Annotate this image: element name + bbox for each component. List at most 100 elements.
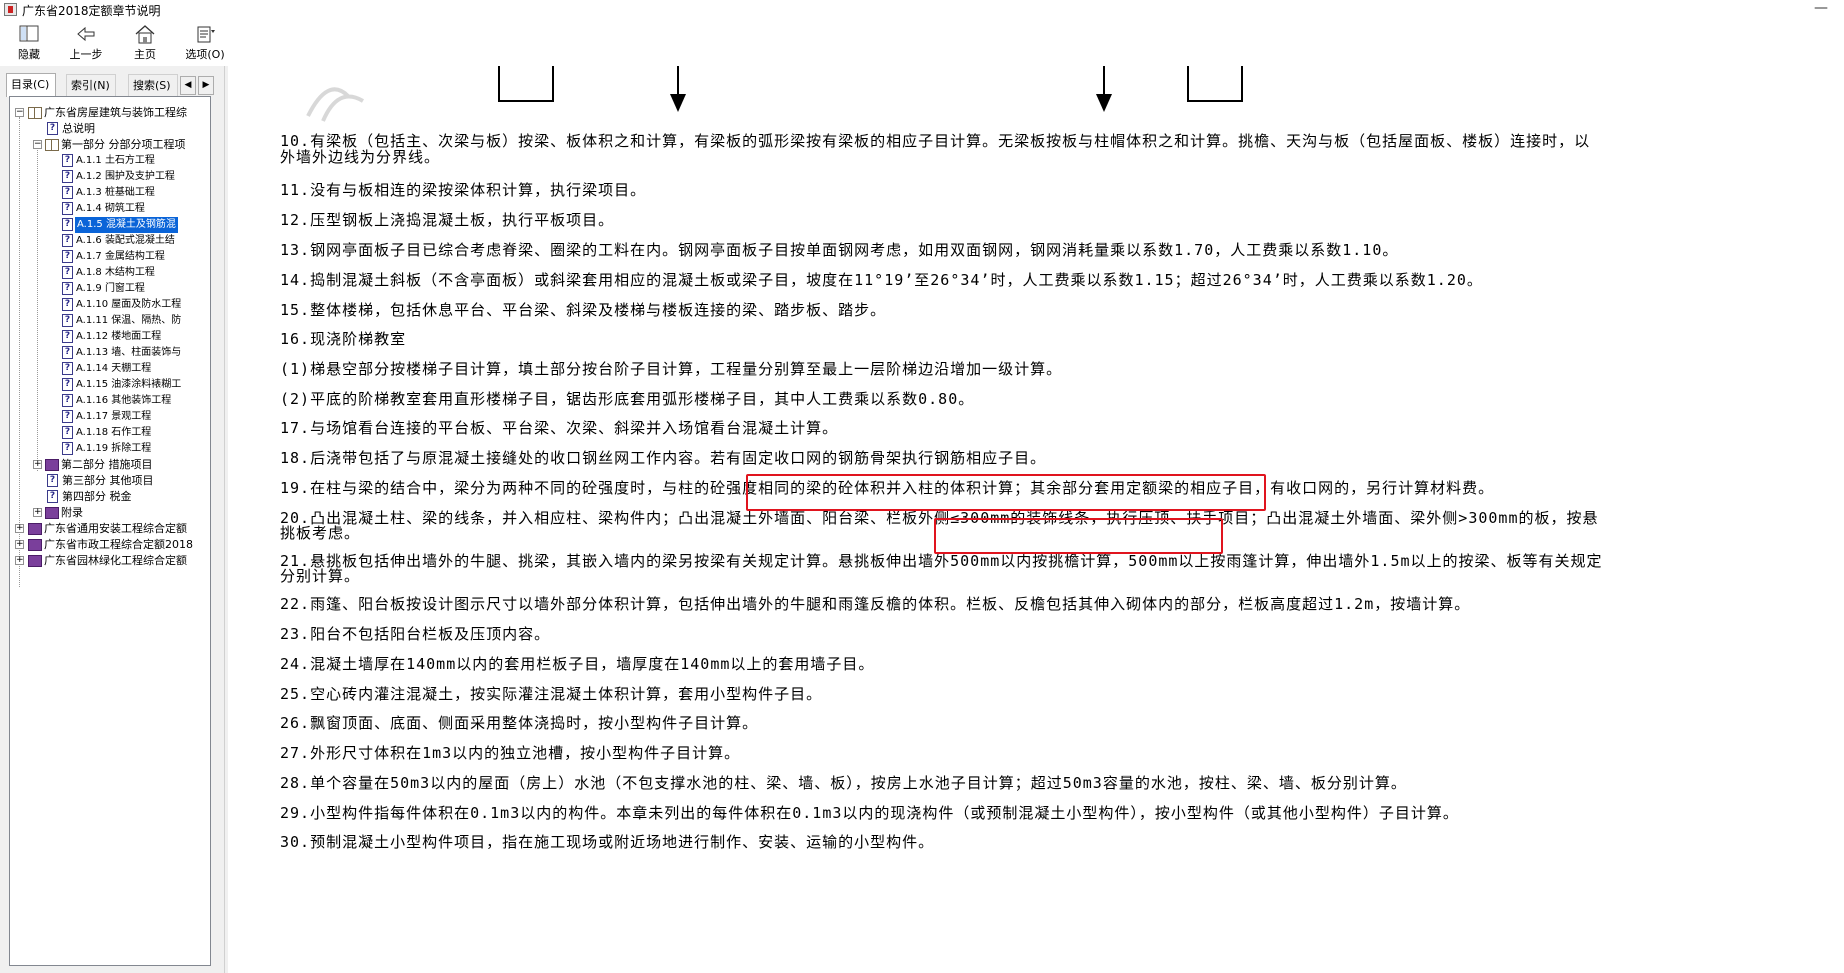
rule-23: 23.阳台不包括阳台栏板及压顶内容。 bbox=[280, 625, 551, 643]
expand-icon[interactable]: + bbox=[15, 524, 24, 533]
tree-item-chapter[interactable]: ? A.1.3 桩基础工程 bbox=[10, 185, 210, 201]
expand-icon[interactable]: + bbox=[33, 460, 42, 469]
expand-icon[interactable]: + bbox=[15, 556, 24, 565]
tree-item-part1[interactable]: − 第一部分 分部分项工程项 bbox=[10, 137, 210, 153]
tree-item-chapter[interactable]: ? A.1.2 围护及支护工程 bbox=[10, 169, 210, 185]
options-button[interactable]: 选项(O) bbox=[182, 24, 228, 62]
nav-tabs: 目录(C) 索引(N) 搜索(S) ◀ ▶ bbox=[6, 73, 220, 97]
help-page-icon: ? bbox=[62, 378, 73, 391]
help-page-icon: ? bbox=[62, 362, 73, 375]
chapter-label: 围护及支护工程 bbox=[104, 171, 175, 182]
tree-item-book[interactable]: + 广东省园林绿化工程综合定额 bbox=[10, 553, 210, 569]
tree-item-chapter[interactable]: ? A.1.11 保温、隔热、防 bbox=[10, 313, 210, 329]
tree-item-chapter[interactable]: ? A.1.9 门窗工程 bbox=[10, 281, 210, 297]
tree-item-chapter[interactable]: ? A.1.14 天棚工程 bbox=[10, 361, 210, 377]
help-page-icon: ? bbox=[62, 234, 73, 247]
tab-search[interactable]: 搜索(S) bbox=[128, 74, 178, 96]
chapter-label: 石作工程 bbox=[111, 427, 152, 438]
tree-item-root[interactable]: − 广东省房屋建筑与装饰工程综 bbox=[10, 105, 210, 121]
chapter-label: 天棚工程 bbox=[111, 363, 152, 374]
chapter-label: 拆除工程 bbox=[111, 443, 152, 454]
chapter-code: A.1.12 bbox=[76, 331, 109, 342]
help-page-icon: ? bbox=[62, 154, 73, 167]
tree-item-chapter-selected[interactable]: ? A.1.5 混凝土及钢筋混 bbox=[10, 217, 210, 233]
help-page-icon: ? bbox=[62, 186, 73, 199]
chapter-label: 金属结构工程 bbox=[104, 251, 165, 262]
help-page-icon: ? bbox=[62, 298, 73, 311]
chapter-label: 墙、柱面装饰与 bbox=[111, 347, 182, 358]
tree-item-chapter[interactable]: ? A.1.7 金属结构工程 bbox=[10, 249, 210, 265]
chapter-label: 油漆涂料裱糊工 bbox=[111, 379, 182, 390]
chapter-code: A.1.14 bbox=[76, 363, 109, 374]
rule-27: 27.外形尺寸体积在1m3以内的独立池槽，按小型构件子目计算。 bbox=[280, 744, 741, 762]
book-icon bbox=[28, 523, 42, 535]
faded-sketch-marks bbox=[306, 87, 365, 122]
help-page-icon: ? bbox=[47, 122, 58, 135]
rule-16: 16.现浇阶梯教室 bbox=[280, 330, 407, 348]
tree-item-chapter[interactable]: ? A.1.8 木结构工程 bbox=[10, 265, 210, 281]
help-page-icon: ? bbox=[62, 202, 73, 215]
tree-label: 第三部分 其他项目 bbox=[62, 474, 154, 487]
chapter-code: A.1.19 bbox=[76, 443, 109, 454]
tree-item-general[interactable]: ? 总说明 bbox=[10, 121, 210, 137]
back-button[interactable]: 上一步 bbox=[66, 24, 106, 62]
tree-item-chapter[interactable]: ? A.1.17 景观工程 bbox=[10, 409, 210, 425]
book-icon bbox=[28, 539, 42, 551]
collapse-icon[interactable]: − bbox=[15, 108, 24, 117]
tree-item-book[interactable]: + 广东省市政工程综合定额2018 bbox=[10, 537, 210, 553]
book-icon bbox=[45, 459, 59, 471]
expand-icon[interactable]: + bbox=[33, 508, 42, 517]
highlight-box-rule-20 bbox=[746, 474, 1266, 511]
tree-item-chapter[interactable]: ? A.1.10 屋面及防水工程 bbox=[10, 297, 210, 313]
arrow-shaft bbox=[677, 66, 679, 96]
diagram-line bbox=[552, 66, 554, 102]
help-page-icon: ? bbox=[62, 346, 73, 359]
collapse-icon[interactable]: − bbox=[33, 140, 42, 149]
tree-item-chapter[interactable]: ? A.1.12 楼地面工程 bbox=[10, 329, 210, 345]
tree-item-part2[interactable]: + 第二部分 措施项目 bbox=[10, 457, 210, 473]
tree-item-chapter[interactable]: ? A.1.1 土石方工程 bbox=[10, 153, 210, 169]
tree-item-chapter[interactable]: ? A.1.6 装配式混凝土结 bbox=[10, 233, 210, 249]
tree-label: 附录 bbox=[61, 506, 83, 519]
diagram-line bbox=[498, 66, 500, 102]
chapter-label: 土石方工程 bbox=[104, 155, 155, 166]
window-title: 广东省2018定额章节说明 bbox=[22, 4, 161, 18]
tab-contents[interactable]: 目录(C) bbox=[6, 73, 56, 97]
chapter-code: A.1.7 bbox=[76, 251, 102, 262]
minimize-button[interactable]: — bbox=[1814, 0, 1828, 16]
tree-item-appendix[interactable]: + 附录 bbox=[10, 505, 210, 521]
help-page-icon: ? bbox=[62, 442, 73, 455]
title-bar: 广东省2018定额章节说明 — bbox=[0, 0, 1844, 20]
chapter-code: A.1.16 bbox=[76, 395, 109, 406]
tree-item-book[interactable]: + 广东省通用安装工程综合定额 bbox=[10, 521, 210, 537]
rule-30: 30.预制混凝土小型构件项目，指在施工现场或附近场地进行制作、安装、运输的小型构… bbox=[280, 833, 935, 851]
tree-item-chapter[interactable]: ? A.1.18 石作工程 bbox=[10, 425, 210, 441]
options-label: 选项(O) bbox=[185, 48, 225, 61]
rule-22: 22.雨篷、阳台板按设计图示尺寸以墙外部分体积计算，包括伸出墙外的牛腿和雨篷反檐… bbox=[280, 595, 1471, 613]
chapter-label: 其他装饰工程 bbox=[111, 395, 172, 406]
hide-button[interactable]: 隐藏 bbox=[12, 24, 46, 62]
arrow-down-icon bbox=[670, 94, 686, 112]
rule-10: 10.有梁板（包括主、次梁与板）按梁、板体积之和计算，有梁板的弧形梁按有梁板的相… bbox=[280, 132, 1591, 150]
arrow-shaft bbox=[1103, 66, 1105, 96]
tab-scroll-left-button[interactable]: ◀ bbox=[180, 76, 196, 95]
tree-item-chapter[interactable]: ? A.1.16 其他装饰工程 bbox=[10, 393, 210, 409]
chapter-code: A.1.18 bbox=[76, 427, 109, 438]
tab-scroll-right-button[interactable]: ▶ bbox=[198, 76, 214, 95]
tree-item-chapter[interactable]: ? A.1.19 拆除工程 bbox=[10, 441, 210, 457]
tab-index[interactable]: 索引(N) bbox=[66, 74, 116, 96]
tree-item-part4[interactable]: ? 第四部分 税金 bbox=[10, 489, 210, 505]
chapter-code: A.1.3 bbox=[76, 187, 102, 198]
rule-28: 28.单个容量在50m3以内的屋面（房上）水池（不包支撑水池的柱、梁、墙、板），… bbox=[280, 774, 1407, 792]
expand-icon[interactable]: + bbox=[15, 540, 24, 549]
tree-item-chapter[interactable]: ? A.1.13 墙、柱面装饰与 bbox=[10, 345, 210, 361]
tree-item-chapter[interactable]: ? A.1.4 砌筑工程 bbox=[10, 201, 210, 217]
help-page-icon: ? bbox=[47, 490, 58, 503]
tree-item-chapter[interactable]: ? A.1.15 油漆涂料裱糊工 bbox=[10, 377, 210, 393]
book-icon bbox=[45, 507, 59, 519]
diagram-line bbox=[1187, 100, 1243, 102]
tree-item-part3[interactable]: ? 第三部分 其他项目 bbox=[10, 473, 210, 489]
home-button[interactable]: 主页 bbox=[130, 24, 160, 62]
app-icon bbox=[4, 3, 17, 16]
help-page-icon: ? bbox=[62, 250, 73, 263]
